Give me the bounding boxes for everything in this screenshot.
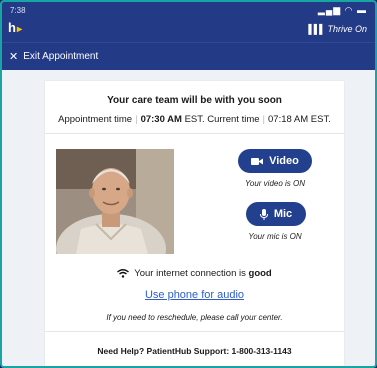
current-label: Current time [207, 114, 260, 125]
app-logo: h▸ [8, 20, 22, 35]
waiting-heading: Your care team will be with you soon [107, 95, 282, 106]
status-time: 7:38 [10, 6, 26, 15]
video-button-label: Video [269, 155, 299, 167]
time-info: Appointment time | 07:30 AM EST. Current t… [58, 114, 331, 125]
use-phone-audio-link[interactable]: Use phone for audio [45, 289, 344, 301]
connection-prefix: Your internet connection is [134, 268, 246, 279]
video-toggle-button[interactable]: Video [238, 149, 312, 173]
app-frame: 7:38 ▂▄▆ ◠ ▬ h▸ ▌▌▌ Thrive On ✕ Exit Appo… [0, 0, 377, 368]
video-state: Your video is ON [244, 179, 306, 188]
appointment-time: 07:30 AM [140, 114, 182, 125]
appointment-label: Appointment time [58, 114, 133, 125]
brand-label: ▌▌▌ Thrive On [308, 24, 367, 34]
connection-quality: good [248, 268, 272, 279]
logo-letter: h [8, 20, 16, 35]
divider [45, 133, 344, 134]
connection-status: Your internet connection is good [45, 268, 344, 279]
video-camera-icon [251, 157, 264, 165]
brand-bars-icon: ▌▌▌ [308, 24, 325, 34]
appointment-tz: EST. [184, 114, 205, 125]
close-icon: ✕ [9, 51, 19, 63]
reschedule-note: If you need to reschedule, please call y… [106, 313, 283, 322]
logo-arrow-icon: ▸ [16, 24, 22, 35]
mic-button-label: Mic [273, 208, 293, 220]
support-info: Need Help? PatientHub Support: 1-800-313… [97, 346, 292, 356]
brand-name: Thrive On [327, 24, 367, 34]
exit-appointment-button[interactable]: ✕ Exit Appointment [2, 42, 375, 70]
self-video-preview [56, 149, 174, 254]
waiting-card: Your care team will be with you soon App… [45, 81, 344, 366]
wifi-icon [117, 269, 130, 278]
status-icons: ▂▄▆ ◠ ▬ [317, 5, 367, 15]
mic-state: Your mic is ON [248, 232, 302, 241]
av-controls: Video Your video is ON Mic Your mic is O… [230, 149, 320, 255]
current-time: 07:18 AM EST. [268, 114, 331, 125]
microphone-icon [259, 208, 268, 220]
mic-toggle-button[interactable]: Mic [246, 202, 306, 226]
exit-label: Exit Appointment [23, 51, 99, 62]
divider [45, 331, 344, 332]
top-bar: 7:38 ▂▄▆ ◠ ▬ h▸ ▌▌▌ Thrive On [2, 2, 375, 42]
